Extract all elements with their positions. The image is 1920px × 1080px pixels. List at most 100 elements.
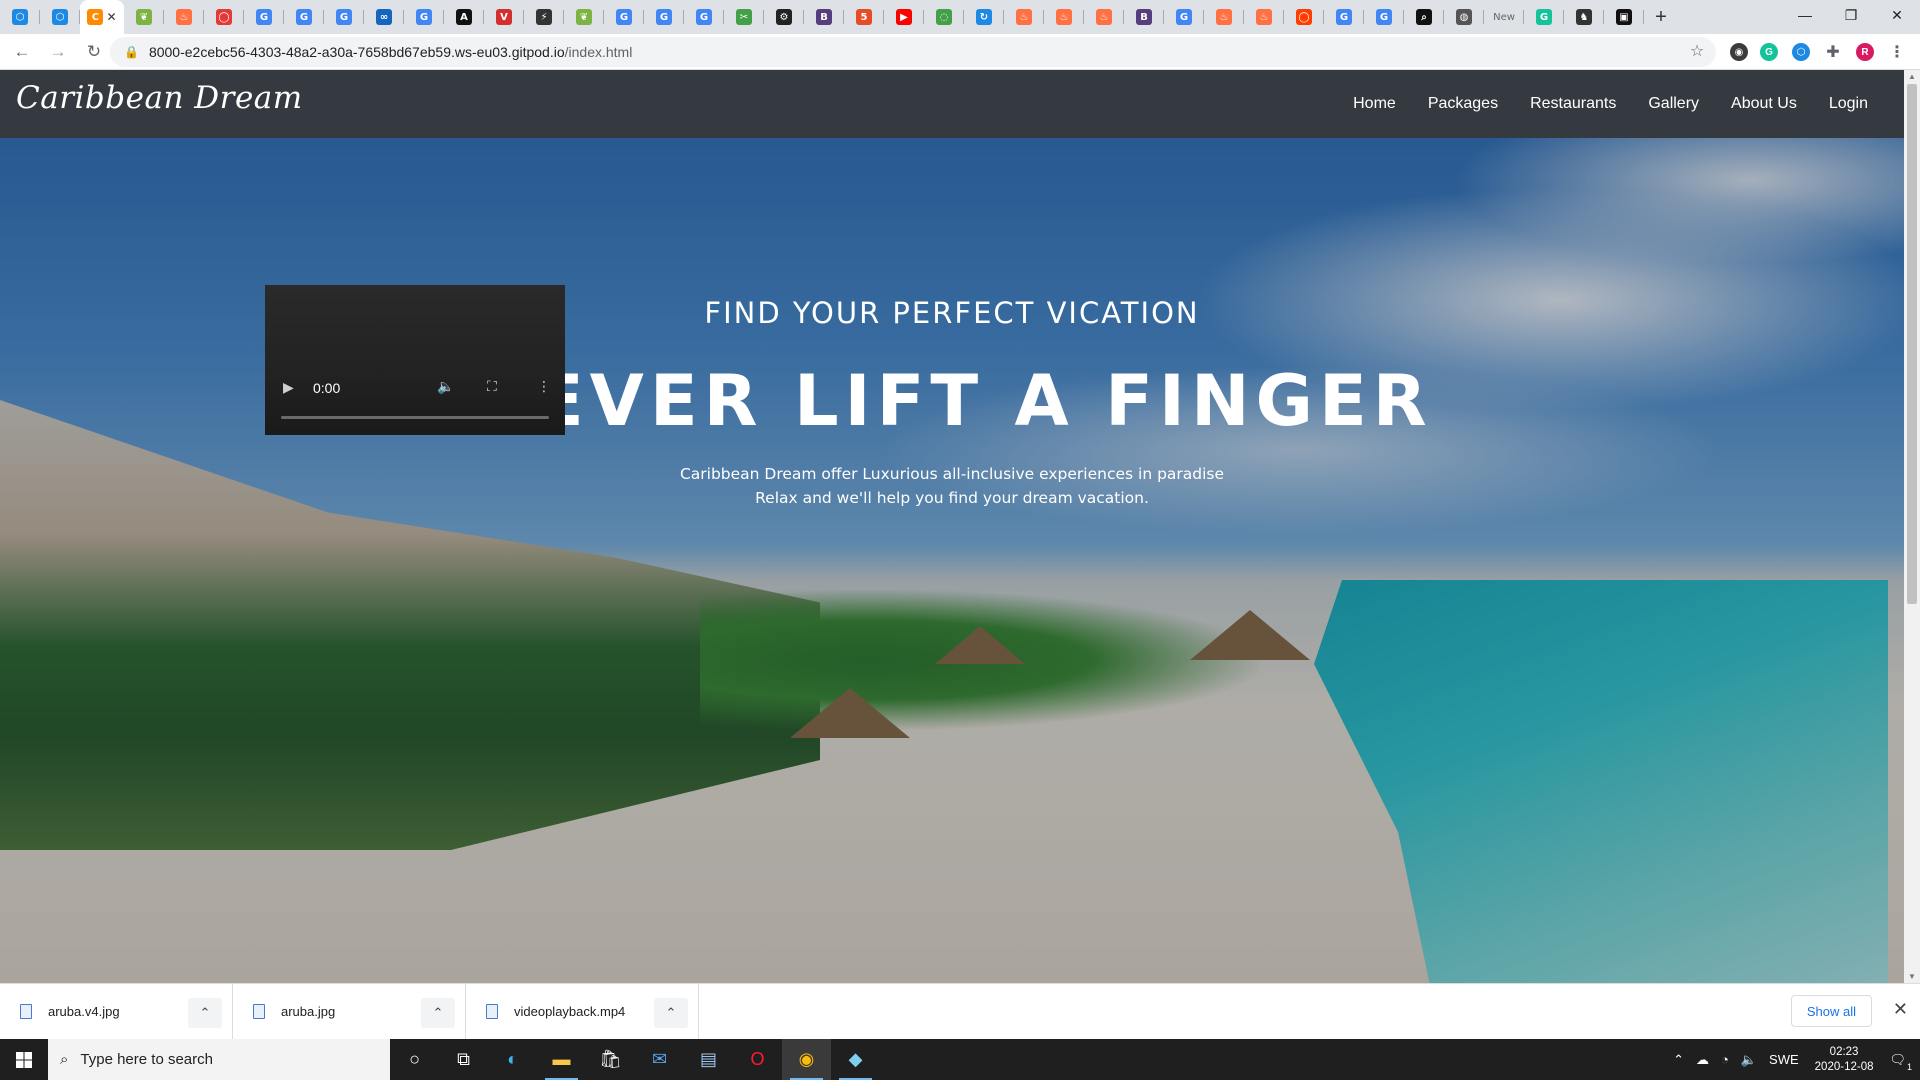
browser-tab-active[interactable]: C ✕ [80, 0, 124, 34]
language-indicator[interactable]: SWE [1769, 1052, 1799, 1067]
browser-tab[interactable]: ❦ [564, 0, 604, 34]
browser-tab[interactable]: ❦ [124, 0, 164, 34]
scrollbar-thumb[interactable] [1907, 84, 1917, 604]
play-icon[interactable]: ▶ [283, 379, 294, 396]
opera-icon[interactable]: O [733, 1039, 782, 1080]
onedrive-icon[interactable]: ☁ [1696, 1052, 1709, 1068]
browser-tab[interactable]: G [284, 0, 324, 34]
cortana-icon[interactable]: ○ [390, 1039, 439, 1080]
browser-tab[interactable]: G [1324, 0, 1364, 34]
reload-icon[interactable]: ↻ [80, 38, 108, 66]
browser-tab[interactable]: ♨ [1084, 0, 1124, 34]
browser-tab[interactable]: A [444, 0, 484, 34]
browser-tab[interactable]: ↻ [964, 0, 1004, 34]
browser-tab[interactable]: ⬡ [0, 0, 40, 34]
browser-tab[interactable]: ◌ [924, 0, 964, 34]
app-icon[interactable]: ◆ [831, 1039, 880, 1080]
browser-tab[interactable]: G [684, 0, 724, 34]
browser-tab[interactable]: ♨ [164, 0, 204, 34]
browser-tab[interactable]: ∞ [364, 0, 404, 34]
extension-dark-icon[interactable]: ◉ [1730, 43, 1748, 61]
scroll-down-icon[interactable]: ▼ [1908, 972, 1916, 981]
download-item[interactable]: videoplayback.mp4 ⌃ [466, 983, 699, 1040]
download-item[interactable]: aruba.v4.jpg ⌃ [0, 983, 233, 1040]
new-tab-button[interactable]: + [1644, 0, 1678, 34]
profile-avatar[interactable]: R [1856, 43, 1874, 61]
clock[interactable]: 02:23 2020-12-08 [1815, 1045, 1874, 1075]
google-icon: G [696, 9, 712, 25]
scroll-up-icon[interactable]: ▲ [1908, 72, 1916, 81]
browser-tab[interactable]: B [804, 0, 844, 34]
browser-tab[interactable]: ◍ [1444, 0, 1484, 34]
more-options-icon[interactable]: ⋮ [537, 378, 551, 395]
show-all-downloads-button[interactable]: Show all [1790, 995, 1872, 1027]
chevron-up-icon[interactable]: ⌃ [654, 997, 688, 1028]
cube-icon[interactable]: ⬡ [1792, 43, 1810, 61]
puzzle-icon[interactable]: ✚ [1824, 43, 1842, 61]
notifications-icon[interactable]: 🗨 1 [1889, 1052, 1912, 1072]
a-icon: A [456, 9, 472, 25]
grammarly-icon[interactable]: G [1760, 43, 1778, 61]
browser-tab[interactable]: New [1484, 0, 1524, 34]
browser-tab[interactable]: G [1164, 0, 1204, 34]
chevron-up-icon[interactable]: ⌃ [421, 997, 455, 1028]
cube-icon: ⬡ [12, 9, 28, 25]
address-bar[interactable]: 🔒 8000-e2cebc56-4303-48a2-a30a-7658bd67e… [110, 37, 1716, 67]
volume-icon[interactable]: 🔈 [437, 378, 454, 395]
browser-tab[interactable]: ✂ [724, 0, 764, 34]
browser-tab[interactable]: G [1364, 0, 1404, 34]
browser-tab[interactable]: G [244, 0, 284, 34]
chevron-up-icon[interactable]: ⌃ [1673, 1052, 1684, 1068]
browser-tab[interactable]: ▣ [1604, 0, 1644, 34]
close-tab-icon[interactable]: ✕ [106, 10, 116, 24]
taskbar-search-box[interactable]: ⌕ Type here to search [48, 1039, 390, 1080]
close-icon[interactable]: ✕ [1893, 999, 1908, 1020]
browser-tab[interactable]: G [604, 0, 644, 34]
minimize-button[interactable]: — [1782, 0, 1828, 30]
browser-tab[interactable]: B [1124, 0, 1164, 34]
mail-icon[interactable]: ✉ [635, 1039, 684, 1080]
back-arrow-icon[interactable]: ← [8, 38, 36, 66]
chevron-up-icon[interactable]: ⌃ [188, 997, 222, 1028]
browser-tab[interactable]: ♨ [1204, 0, 1244, 34]
speaker-icon[interactable]: 🔈 [1741, 1052, 1757, 1068]
leaf-icon: ❦ [136, 9, 152, 25]
browser-tab[interactable]: ◯ [1284, 0, 1324, 34]
browser-tab[interactable]: ♨ [1044, 0, 1084, 34]
app-window-icon[interactable]: ▤ [684, 1039, 733, 1080]
flame-icon: ♨ [1056, 9, 1072, 25]
close-window-button[interactable]: ✕ [1874, 0, 1920, 30]
browser-tab[interactable]: G [1524, 0, 1564, 34]
file-explorer-icon[interactable]: ▬ [537, 1039, 586, 1080]
store-icon[interactable]: 🛍 [586, 1039, 635, 1080]
windows-start-button[interactable] [0, 1039, 48, 1080]
browser-tab[interactable]: ♞ [1564, 0, 1604, 34]
download-item[interactable]: aruba.jpg ⌃ [233, 983, 466, 1040]
browser-tab[interactable]: G [404, 0, 444, 34]
browser-tab[interactable]: ▶ [884, 0, 924, 34]
browser-tab[interactable]: ♨ [1004, 0, 1044, 34]
menu-kebab-icon[interactable]: ⋮ [1888, 43, 1906, 61]
browser-tab[interactable]: G [644, 0, 684, 34]
browser-tab[interactable]: G [324, 0, 364, 34]
browser-tab[interactable]: V [484, 0, 524, 34]
star-icon[interactable]: ☆ [1688, 42, 1706, 60]
chrome-icon[interactable]: ◉ [782, 1039, 831, 1080]
browser-tab[interactable]: ⚡ [524, 0, 564, 34]
forward-arrow-icon[interactable]: → [44, 38, 72, 66]
browser-tab[interactable]: ◯ [204, 0, 244, 34]
browser-tab[interactable]: ♨ [1244, 0, 1284, 34]
browser-tab[interactable]: ⬡ [40, 0, 80, 34]
browser-tab[interactable]: ⚙ [764, 0, 804, 34]
video-player[interactable]: ▶ 0:00 🔈 ⛶ ⋮ [265, 285, 565, 435]
restore-button[interactable]: ❐ [1828, 0, 1874, 30]
fullscreen-icon[interactable]: ⛶ [487, 378, 497, 395]
task-view-icon[interactable]: ⧉ [439, 1039, 488, 1080]
leaf-icon: ❦ [576, 9, 592, 25]
browser-tab[interactable]: ⌕ [1404, 0, 1444, 34]
edge-icon[interactable]: ◐ [488, 1039, 537, 1080]
wifi-icon[interactable]: ◔ [1721, 1052, 1729, 1067]
video-progress-track[interactable] [281, 416, 549, 419]
browser-tab[interactable]: 5 [844, 0, 884, 34]
page-scrollbar[interactable]: ▲ ▼ [1904, 70, 1920, 983]
